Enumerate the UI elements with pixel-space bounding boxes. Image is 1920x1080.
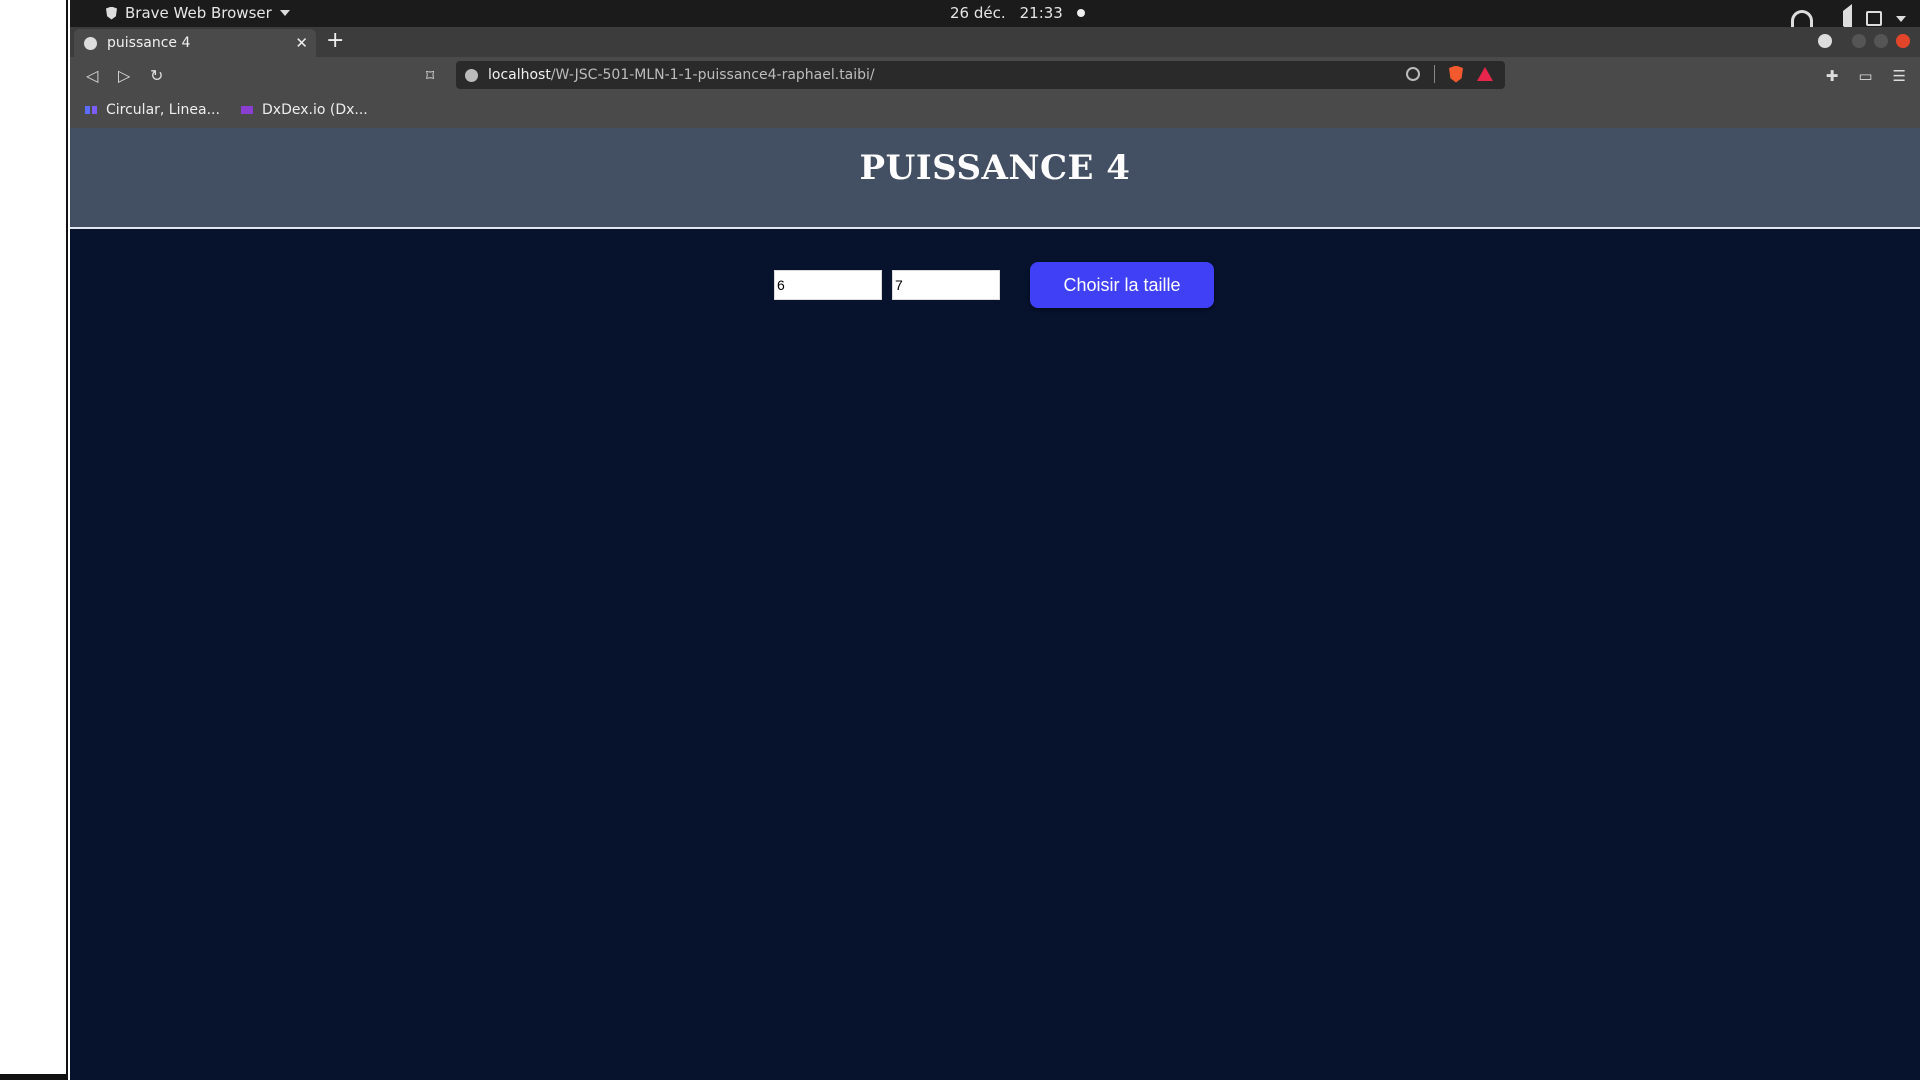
screen: Brave Web Browser 26 déc. 21:33 puissanc… bbox=[70, 0, 1920, 1080]
app-name: Brave Web Browser bbox=[125, 4, 272, 22]
system-top-bar: Brave Web Browser 26 déc. 21:33 bbox=[70, 0, 1920, 33]
strip-edge bbox=[66, 0, 68, 1080]
rows-input[interactable] bbox=[774, 270, 882, 300]
wallet-icon[interactable]: ▭ bbox=[1858, 67, 1872, 85]
menu-icon[interactable]: ☰ bbox=[1893, 67, 1906, 85]
tab-puissance-4[interactable]: puissance 4 ✕ bbox=[74, 29, 316, 57]
page-title: PUISSANCE 4 bbox=[859, 148, 1131, 188]
bookmark-circular[interactable]: Circular, Linea... bbox=[84, 102, 220, 118]
date-text: 26 déc. bbox=[950, 4, 1006, 22]
brave-shields-icon[interactable] bbox=[1449, 65, 1463, 83]
bookmark-dxdex[interactable]: DxDex.io (Dx... bbox=[240, 102, 368, 118]
site-info-icon[interactable] bbox=[465, 68, 478, 82]
tab-title: puissance 4 bbox=[107, 35, 191, 51]
tab-strip: puissance 4 ✕ + bbox=[70, 27, 1920, 57]
page-header: PUISSANCE 4 bbox=[70, 128, 1920, 229]
tray-menu-chevron-icon[interactable] bbox=[1896, 15, 1906, 22]
bookmark-icon[interactable]: ⌑ bbox=[426, 66, 434, 85]
minimize-button[interactable] bbox=[1852, 34, 1866, 48]
bookmarks-bar: Circular, Linea... DxDex.io (Dx... bbox=[70, 93, 1920, 128]
extensions-icon[interactable]: ✚ bbox=[1826, 67, 1839, 85]
new-tab-button[interactable]: + bbox=[326, 29, 344, 53]
divider bbox=[1434, 65, 1435, 83]
left-desktop-strip bbox=[0, 0, 68, 1080]
maximize-button[interactable] bbox=[1874, 34, 1888, 48]
tab-search-icon[interactable] bbox=[1818, 34, 1832, 48]
close-window-button[interactable] bbox=[1896, 34, 1910, 48]
bookmark-label: DxDex.io (Dx... bbox=[262, 102, 368, 118]
address-bar[interactable]: localhost/W-JSC-501-MLN-1-1-puissance4-r… bbox=[456, 61, 1505, 89]
forward-arrow-icon[interactable]: ▷ bbox=[118, 66, 130, 85]
time-text: 21:33 bbox=[1019, 4, 1063, 22]
url-host: localhost bbox=[488, 67, 551, 83]
brave-logo-icon bbox=[106, 6, 117, 20]
wifi-icon[interactable] bbox=[1791, 9, 1813, 28]
zoom-icon[interactable] bbox=[1406, 67, 1420, 81]
close-tab-icon[interactable]: ✕ bbox=[295, 34, 308, 52]
choose-size-button[interactable]: Choisir la taille bbox=[1030, 262, 1214, 308]
window-controls bbox=[1818, 34, 1910, 48]
size-controls: Choisir la taille bbox=[774, 262, 1214, 308]
address-bar-actions bbox=[1406, 65, 1493, 83]
back-arrow-icon[interactable]: ◁ bbox=[86, 66, 98, 85]
toolbar-right: ✚ ▭ ☰ bbox=[1826, 67, 1906, 85]
dxdex-favicon-icon bbox=[241, 106, 253, 114]
notification-dot-icon bbox=[1076, 9, 1085, 17]
circular-favicon-icon bbox=[85, 106, 97, 114]
browser-toolbar: ◁ ▷ ↻ ⌑ localhost/W-JSC-501-MLN-1-1-puis… bbox=[70, 57, 1920, 93]
url-path: /W-JSC-501-MLN-1-1-puissance4-raphael.ta… bbox=[550, 67, 875, 83]
bookmark-label: Circular, Linea... bbox=[106, 102, 220, 118]
app-menu[interactable]: Brave Web Browser bbox=[106, 4, 290, 22]
strip-corner bbox=[0, 1074, 68, 1080]
globe-icon bbox=[84, 36, 97, 50]
brave-rewards-icon[interactable] bbox=[1477, 67, 1493, 81]
battery-icon[interactable] bbox=[1866, 11, 1882, 26]
columns-input[interactable] bbox=[892, 270, 1000, 300]
clock[interactable]: 26 déc. 21:33 bbox=[950, 4, 1085, 22]
reload-icon[interactable]: ↻ bbox=[150, 66, 163, 85]
chevron-down-icon bbox=[279, 10, 290, 16]
